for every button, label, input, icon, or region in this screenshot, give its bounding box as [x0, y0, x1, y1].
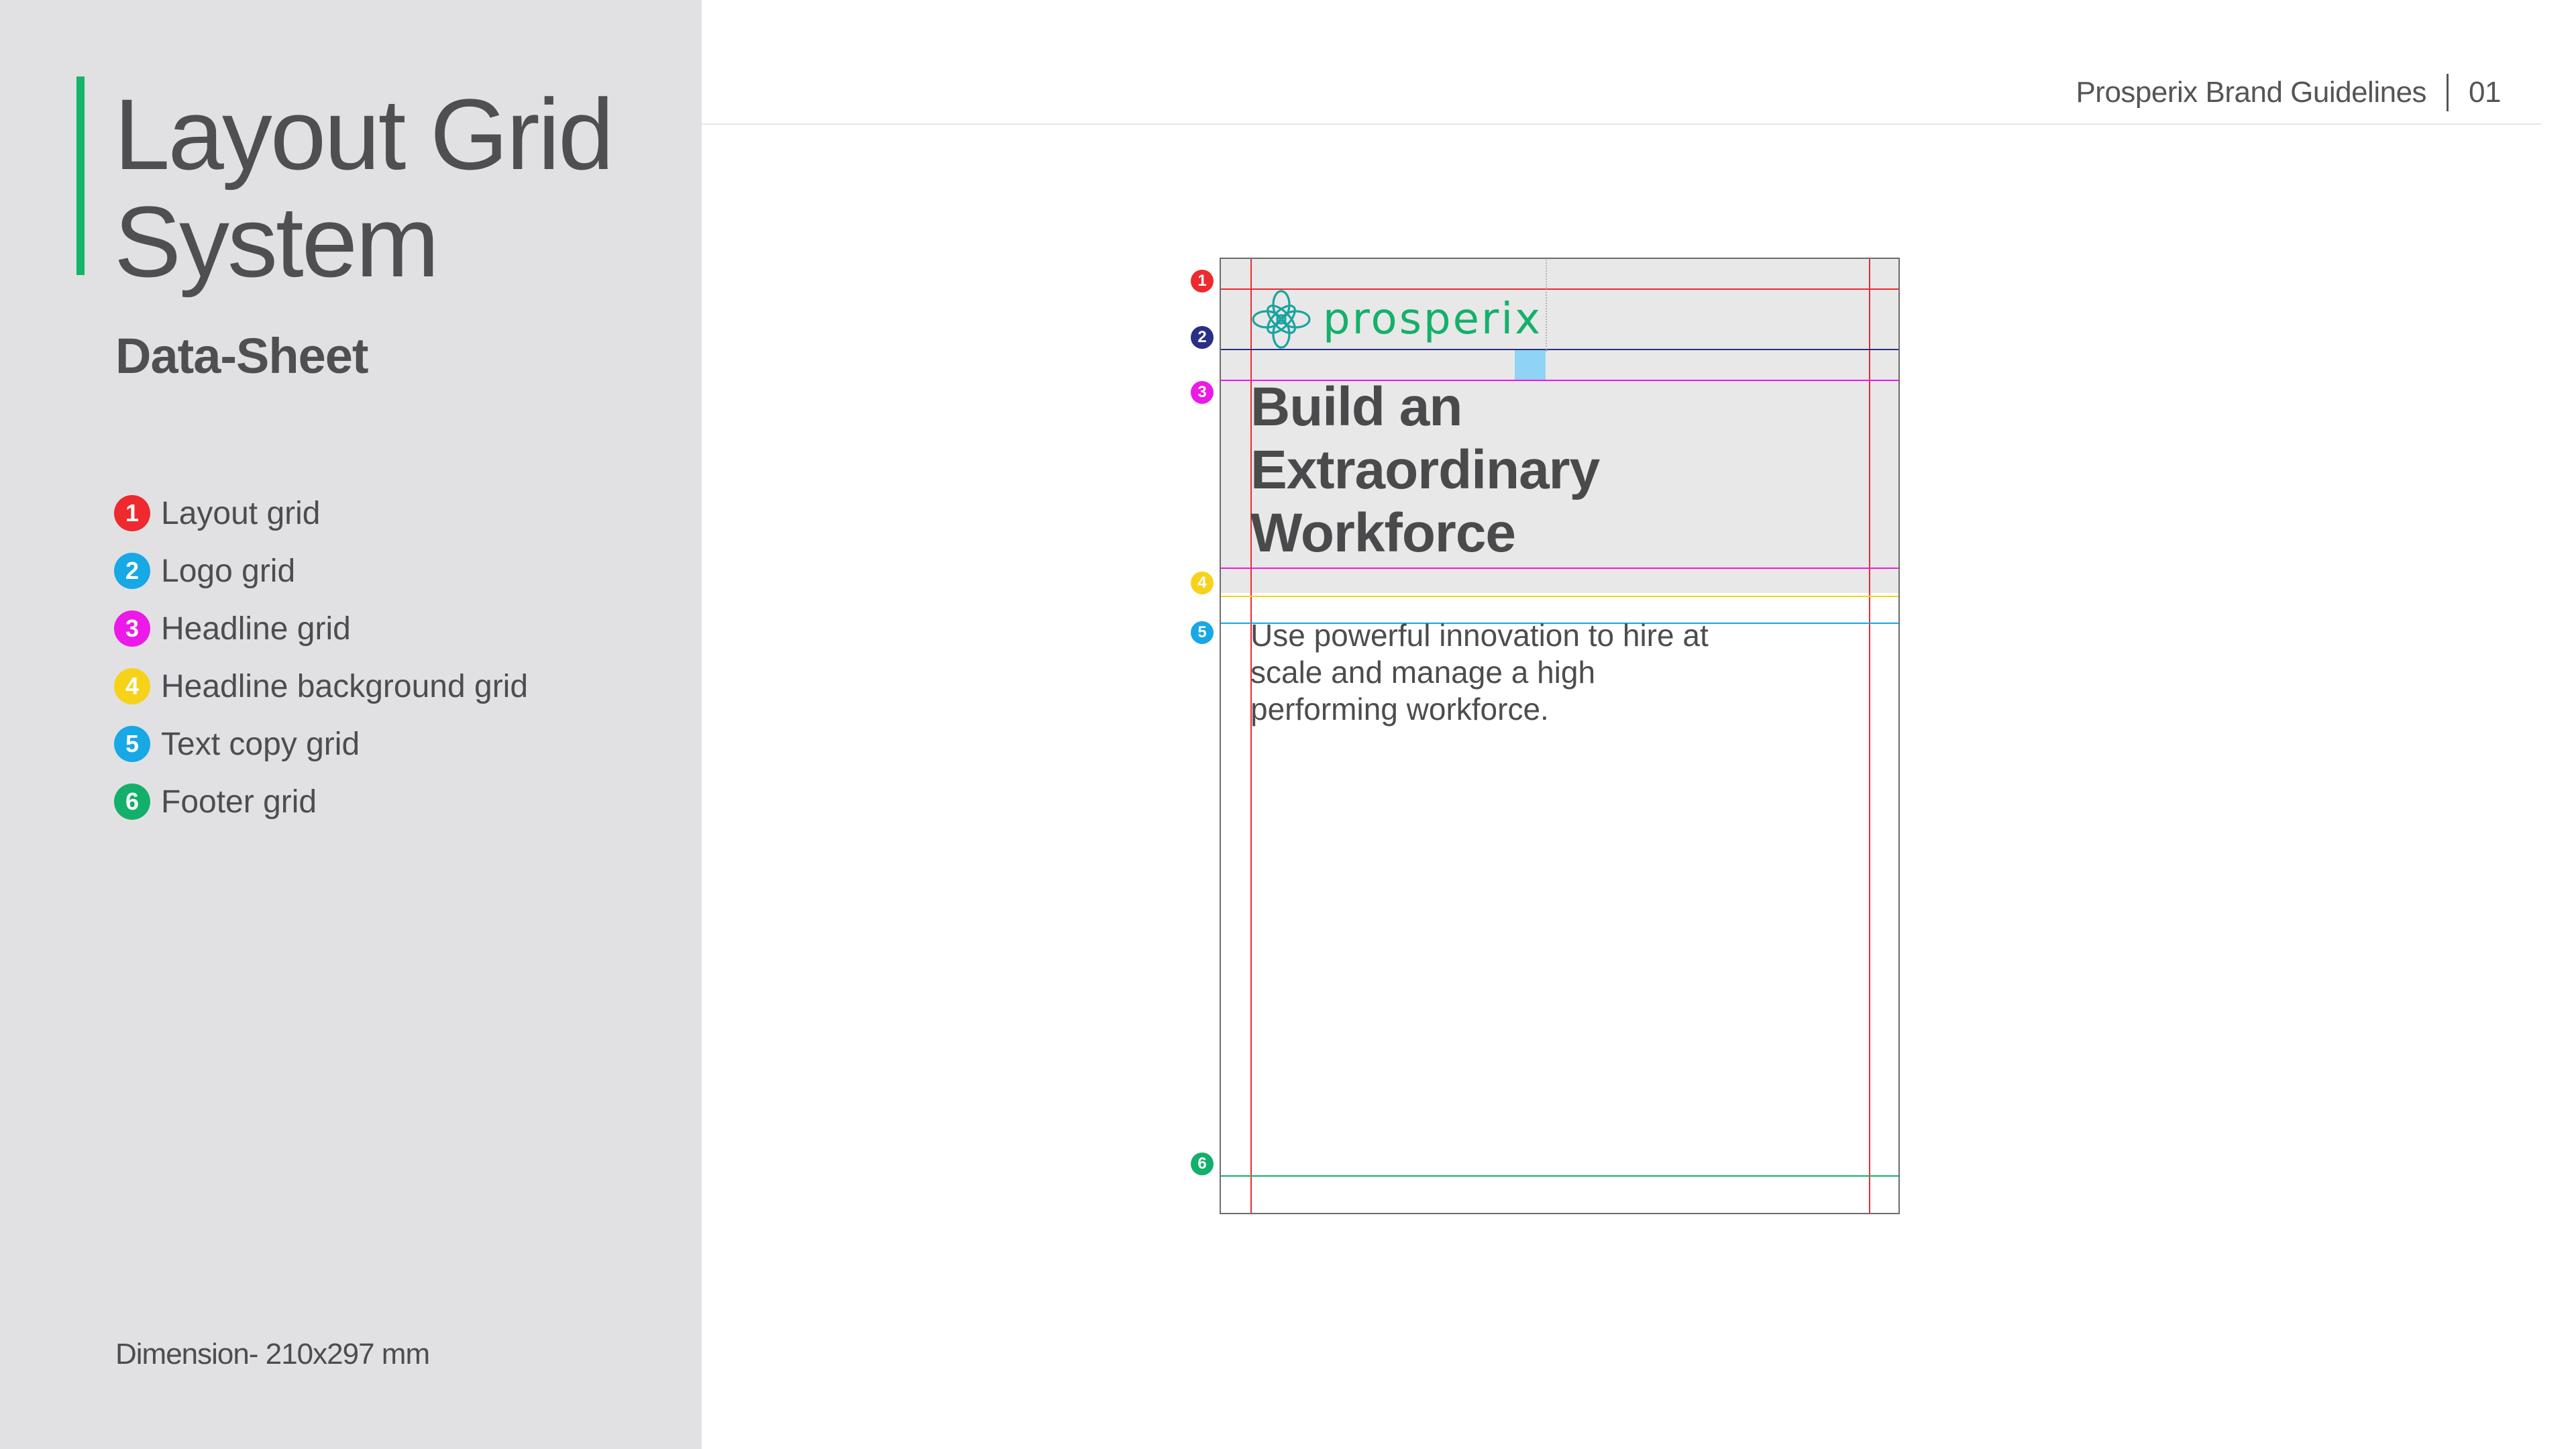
page-title-line-2: System	[114, 185, 439, 298]
legend-item-headline-grid: 3 Headline grid	[114, 600, 528, 657]
legend-item-logo-grid: 2 Logo grid	[114, 542, 528, 600]
page-title-line-1: Layout Grid	[114, 78, 614, 191]
grid-marker-1: 1	[1191, 270, 1214, 292]
number-badge-4: 4	[114, 668, 150, 704]
grid-marker-6: 6	[1191, 1152, 1214, 1175]
number-badge-1: 1	[114, 495, 150, 531]
legend-item-layout-grid: 1 Layout grid	[114, 484, 528, 542]
grid-marker-2: 2	[1191, 326, 1214, 349]
brand-guidelines-title: Prosperix Brand Guidelines	[2076, 76, 2427, 109]
legend-label: Headline grid	[161, 610, 351, 647]
datasheet-preview: prosperix Build an Extraordinary Workfor…	[1220, 258, 1900, 1214]
document-border	[1220, 258, 1900, 1214]
grid-marker-4: 4	[1191, 572, 1214, 594]
number-badge-3: 3	[114, 610, 150, 647]
grid-marker-3: 3	[1191, 381, 1214, 404]
grid-legend: 1 Layout grid 2 Logo grid 3 Headline gri…	[114, 484, 528, 830]
legend-label: Logo grid	[161, 553, 296, 589]
legend-item-footer-grid: 6 Footer grid	[114, 773, 528, 830]
number-badge-2: 2	[114, 553, 150, 589]
legend-label: Footer grid	[161, 784, 317, 820]
grid-marker-5: 5	[1191, 621, 1214, 644]
page-subtitle: Data-Sheet	[115, 328, 369, 384]
page-number: 01	[2469, 76, 2501, 109]
legend-label: Layout grid	[161, 495, 321, 531]
legend-item-headline-background-grid: 4 Headline background grid	[114, 657, 528, 715]
legend-item-text-copy-grid: 5 Text copy grid	[114, 715, 528, 773]
title-accent-bar	[76, 76, 85, 275]
header-divider	[2447, 74, 2449, 111]
number-badge-6: 6	[114, 784, 150, 820]
dimension-note: Dimension- 210x297 mm	[115, 1338, 430, 1371]
legend-label: Text copy grid	[161, 726, 360, 762]
header-rule	[702, 123, 2541, 125]
sidebar: Layout Grid System Data-Sheet 1 Layout g…	[0, 0, 702, 1449]
page-title: Layout Grid System	[114, 80, 691, 295]
number-badge-5: 5	[114, 726, 150, 762]
legend-label: Headline background grid	[161, 668, 529, 704]
header: Prosperix Brand Guidelines 01	[2076, 74, 2501, 111]
